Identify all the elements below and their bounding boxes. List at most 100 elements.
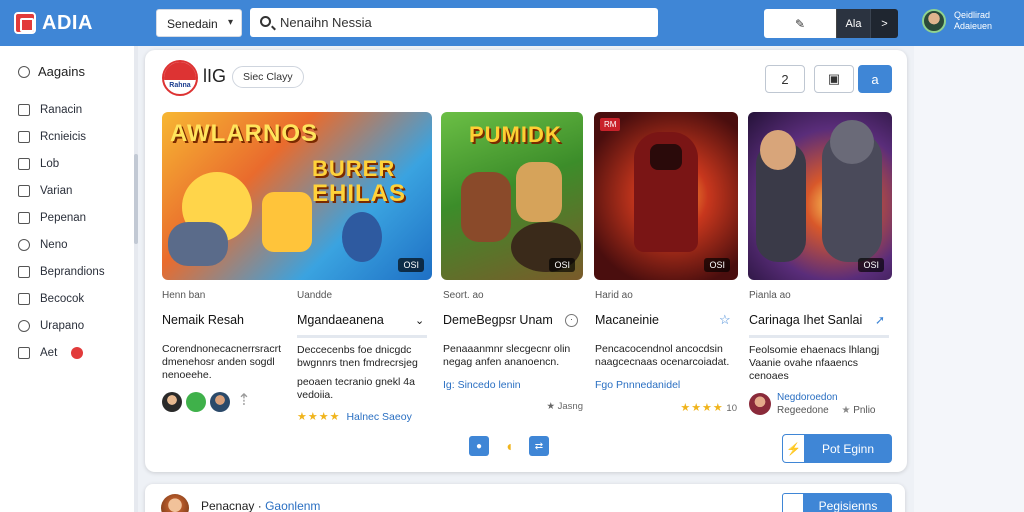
action-icon: a xyxy=(871,71,879,87)
app-logo[interactable]: ADIA xyxy=(14,10,93,36)
avatar[interactable] xyxy=(749,393,771,415)
toolbar-group: ✎ Ala > xyxy=(764,9,898,38)
brand-logo-text: Rahna xyxy=(169,82,191,89)
sidebar-item-aet[interactable]: Aet xyxy=(18,339,105,366)
right-panel xyxy=(914,46,1024,512)
game-thumbnail-2[interactable]: PUMIDK OSI xyxy=(441,112,583,280)
avatar[interactable] xyxy=(186,392,206,412)
pagination: ● ◖ ⇄ xyxy=(469,436,549,456)
game-category: Pianla ao xyxy=(749,290,791,301)
pagination-current[interactable]: ◖ xyxy=(499,436,519,456)
logo-text: ADIA xyxy=(42,11,93,34)
sidebar-item-becocok[interactable]: Becocok xyxy=(18,285,105,312)
sidebar-item-label: Beprandions xyxy=(40,265,105,278)
game-thumbnail-1[interactable]: AWLARNOS BURER EHILAS OSI xyxy=(162,112,432,280)
game-category: Uandde xyxy=(297,290,333,301)
thumb-icon[interactable]: ⇡ xyxy=(234,392,254,412)
game-title[interactable]: Carinaga Ihet Sanlai ➚ xyxy=(749,313,897,327)
game-info-3: Seort. ao DemeBegpsr Unam · Penaaanmnr s… xyxy=(443,290,583,412)
info-icon[interactable]: · xyxy=(565,313,578,327)
author-row: Negdoroedon Regeedone ★ Pnlio xyxy=(749,391,897,417)
edit-button[interactable]: ✎ xyxy=(764,9,836,38)
character-shape xyxy=(461,172,511,242)
next-button[interactable]: > xyxy=(870,9,898,38)
game-description: Pencacocendnol ancocdsin naagcecnaas oce… xyxy=(595,343,730,368)
author-info: Negdoroedon Regeedone ★ Pnlio xyxy=(777,391,876,417)
search-input[interactable]: Nenaihn Nessia xyxy=(250,8,658,37)
register-button[interactable]: Pegisienns xyxy=(782,493,892,512)
game-title-text: Nemaik Resah xyxy=(162,313,244,327)
lightning-icon: ⚡ xyxy=(783,435,805,462)
arrow-icon[interactable]: ➚ xyxy=(875,313,885,327)
sidebar-item-rcnieicis[interactable]: Rcnieicis xyxy=(18,123,105,150)
gallery-button[interactable]: ▣ xyxy=(814,65,854,93)
rating-link[interactable]: Halnec Saeoy xyxy=(346,411,411,423)
chevron-down-icon[interactable]: ⌄ xyxy=(415,314,424,327)
platform-badge: OSI xyxy=(549,258,575,272)
play-button[interactable]: ⚡ Pot Eginn xyxy=(782,434,892,463)
sidebar-item-label: Pepenan xyxy=(40,211,87,224)
author-meta: Regeedone ★ Pnlio xyxy=(777,404,876,417)
game-meta: ★ Jasng xyxy=(443,401,583,412)
helmet-shape xyxy=(650,144,682,170)
game-title[interactable]: Macaneinie ☆ xyxy=(595,312,737,328)
star-icon: ★ xyxy=(841,405,851,416)
action-button[interactable]: a xyxy=(858,65,892,93)
game-description: Penaaanmnr slecgecnr olin negag anfen an… xyxy=(443,343,571,368)
pagination-prev-button[interactable]: ● xyxy=(469,436,489,456)
game-thumbnail-4[interactable]: OSI xyxy=(748,112,892,280)
sidebar-item-pepenan[interactable]: Pepenan xyxy=(18,204,105,231)
count-button[interactable]: 2 xyxy=(765,65,805,93)
chevron-right-icon: > xyxy=(881,17,888,30)
games-card: Rahna lIG Siec Clayy 2 ▣ a AWLARNOS BURE… xyxy=(145,50,907,472)
gamepad-icon xyxy=(168,222,228,266)
platform-badge: OSI xyxy=(704,258,730,272)
author-name[interactable]: Negdoroedon xyxy=(777,391,876,404)
game-info-2: Uandde Mgandaeanena ⌄ Deccecenbs foe dni… xyxy=(297,290,427,423)
game-title-text: Mgandaeanena xyxy=(297,313,384,327)
avatar xyxy=(922,9,946,33)
game-description: Corendnonecacnerrsracrt dmenehosr anden … xyxy=(162,343,282,381)
sidebar-heading[interactable]: Aagains xyxy=(18,64,85,79)
game-category: Seort. ao xyxy=(443,290,484,301)
pagination-next-button[interactable]: ⇄ xyxy=(529,436,549,456)
sidebar-item-neno[interactable]: Neno xyxy=(18,231,105,258)
sidebar-item-label: Neno xyxy=(40,238,68,251)
sidebar-heading-label: Aagains xyxy=(38,64,85,79)
brand-logo[interactable]: Rahna xyxy=(162,60,198,96)
sidebar-item-label: Urapano xyxy=(40,319,85,332)
avatar[interactable] xyxy=(210,392,230,412)
game-link[interactable]: Fgo Pnnnedanidel xyxy=(595,379,737,391)
ala-button[interactable]: Ala xyxy=(836,9,870,38)
user-menu[interactable]: Qeidlirad Adaieuen xyxy=(922,9,992,33)
game-thumbnail-3[interactable]: RM OSI xyxy=(594,112,738,280)
grid-icon xyxy=(18,103,30,116)
game-title[interactable]: DemeBegpsr Unam · xyxy=(443,313,583,327)
star-outline-icon[interactable]: ☆ xyxy=(719,312,731,328)
avatar[interactable] xyxy=(161,494,189,512)
document-icon xyxy=(18,211,30,224)
sidebar-item-urapano[interactable]: Urapano xyxy=(18,312,105,339)
sidebar-item-ranacin[interactable]: Ranacin xyxy=(18,96,105,123)
sidebar-item-beprandions[interactable]: Beprandions xyxy=(18,258,105,285)
game-title[interactable]: Nemaik Resah xyxy=(162,313,287,327)
game-title[interactable]: Mgandaeanena ⌄ xyxy=(297,313,427,327)
sidebar-scrollbar-thumb[interactable] xyxy=(134,154,138,244)
filter-chip[interactable]: Siec Clayy xyxy=(232,66,304,88)
play-button-label: Pot Eginn xyxy=(821,441,875,456)
sidebar-scrollbar-track[interactable] xyxy=(134,46,138,512)
sidebar-item-varian[interactable]: Varian xyxy=(18,177,105,204)
activity-link[interactable]: Gaonlenm xyxy=(265,499,320,512)
user-role: Adaieuen xyxy=(954,21,993,31)
notification-badge xyxy=(71,346,84,359)
brand-logo-top xyxy=(164,62,196,80)
link-dot: · xyxy=(257,499,266,512)
character-shape xyxy=(342,212,382,262)
avatar[interactable] xyxy=(162,392,182,412)
category-select[interactable]: Senedain ▾ xyxy=(156,9,242,37)
game-link[interactable]: Ig: Sincedo lenin xyxy=(443,379,583,391)
sidebar-item-lob[interactable]: Lob xyxy=(18,150,105,177)
image-icon: ▣ xyxy=(827,71,841,86)
sidebar-item-label: Becocok xyxy=(40,292,85,305)
rating-row: ★★★★ Halnec Saeoy xyxy=(297,410,427,424)
